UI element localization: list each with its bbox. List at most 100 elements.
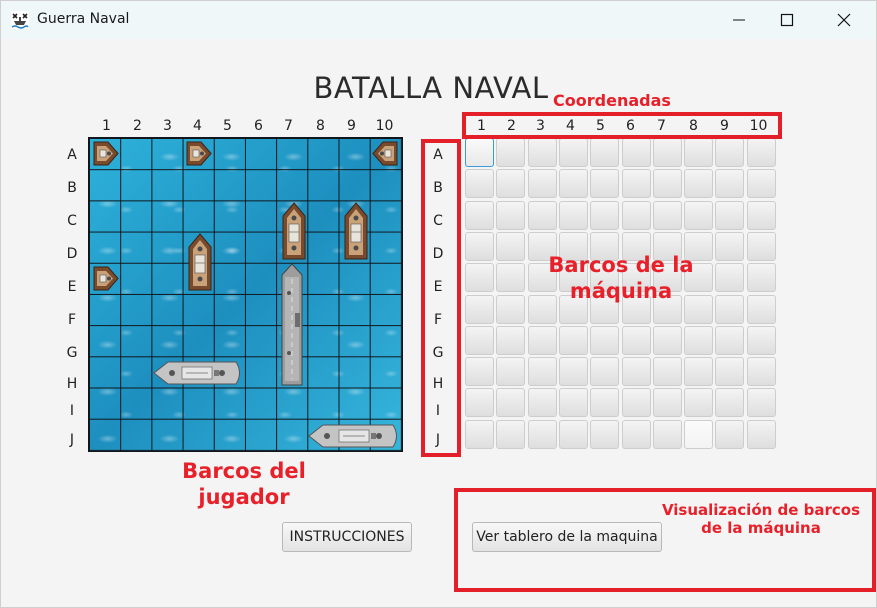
machine-cell-a7[interactable]	[652, 138, 682, 167]
machine-cell-g7[interactable]	[652, 325, 682, 355]
machine-cell-j10[interactable]	[746, 419, 776, 449]
machine-cell-a4[interactable]	[558, 138, 588, 167]
machine-cell-b5[interactable]	[590, 169, 620, 199]
machine-cell-f2[interactable]	[496, 294, 526, 324]
machine-cell-g8[interactable]	[684, 325, 714, 355]
machine-cell-b6[interactable]	[621, 169, 651, 199]
machine-cell-g5[interactable]	[590, 325, 620, 355]
machine-cell-c4[interactable]	[558, 200, 588, 230]
machine-cell-j5[interactable]	[590, 419, 620, 449]
machine-cell-a10[interactable]	[746, 138, 776, 167]
machine-cell-c3[interactable]	[527, 200, 557, 230]
machine-cell-c6[interactable]	[621, 200, 651, 230]
annotation-view-machine-ships: Visualización de barcos de la máquina	[651, 501, 871, 538]
player-ship-destroyer	[308, 424, 397, 448]
machine-cell-a2[interactable]	[496, 138, 526, 167]
title-bar: Guerra Naval	[1, 1, 876, 39]
machine-cell-e2[interactable]	[496, 263, 526, 293]
machine-cell-e9[interactable]	[715, 263, 745, 293]
machine-cell-b3[interactable]	[527, 169, 557, 199]
machine-cell-f1[interactable]	[465, 294, 494, 324]
player-row-label: I	[69, 403, 75, 419]
machine-cell-h5[interactable]	[590, 357, 620, 387]
machine-cell-g9[interactable]	[715, 325, 745, 355]
machine-cell-c8[interactable]	[684, 200, 714, 230]
machine-cell-a5[interactable]	[590, 138, 620, 167]
machine-cell-d2[interactable]	[496, 231, 526, 261]
machine-cell-i1[interactable]	[465, 388, 494, 418]
machine-cell-j3[interactable]	[527, 419, 557, 449]
machine-cell-a3[interactable]	[527, 138, 557, 167]
machine-cell-a1[interactable]	[465, 138, 494, 167]
machine-cell-i5[interactable]	[590, 388, 620, 418]
machine-cell-e10[interactable]	[746, 263, 776, 293]
machine-cell-g2[interactable]	[496, 325, 526, 355]
machine-cell-f10[interactable]	[746, 294, 776, 324]
machine-cell-b8[interactable]	[684, 169, 714, 199]
machine-cell-h10[interactable]	[746, 357, 776, 387]
machine-cell-h1[interactable]	[465, 357, 494, 387]
machine-cell-c1[interactable]	[465, 200, 494, 230]
machine-cell-h6[interactable]	[621, 357, 651, 387]
machine-cell-f9[interactable]	[715, 294, 745, 324]
player-ship-destroyer	[153, 361, 240, 385]
machine-cell-i6[interactable]	[621, 388, 651, 418]
machine-cell-j8[interactable]	[684, 419, 714, 449]
machine-cell-j1[interactable]	[465, 419, 494, 449]
machine-cell-g10[interactable]	[746, 325, 776, 355]
machine-cell-j6[interactable]	[621, 419, 651, 449]
machine-cell-i2[interactable]	[496, 388, 526, 418]
machine-cell-i3[interactable]	[527, 388, 557, 418]
instructions-button[interactable]: INSTRUCCIONES	[282, 522, 412, 552]
player-ship-boat	[93, 141, 119, 166]
machine-cell-g4[interactable]	[558, 325, 588, 355]
machine-cell-b7[interactable]	[652, 169, 682, 199]
machine-cell-c9[interactable]	[715, 200, 745, 230]
machine-cell-c2[interactable]	[496, 200, 526, 230]
machine-cell-h9[interactable]	[715, 357, 745, 387]
machine-cell-h4[interactable]	[558, 357, 588, 387]
machine-cell-a9[interactable]	[715, 138, 745, 167]
machine-cell-h3[interactable]	[527, 357, 557, 387]
machine-cell-h7[interactable]	[652, 357, 682, 387]
machine-cell-a6[interactable]	[621, 138, 651, 167]
machine-cell-d10[interactable]	[746, 231, 776, 261]
machine-cell-i4[interactable]	[558, 388, 588, 418]
machine-cell-b4[interactable]	[558, 169, 588, 199]
machine-cell-h8[interactable]	[684, 357, 714, 387]
machine-cell-g6[interactable]	[621, 325, 651, 355]
annotation-coordinates: Coordenadas	[553, 91, 671, 110]
player-row-label: C	[67, 213, 77, 229]
machine-cell-g1[interactable]	[465, 325, 494, 355]
machine-cell-j9[interactable]	[715, 419, 745, 449]
machine-cell-c5[interactable]	[590, 200, 620, 230]
maximize-button[interactable]	[764, 1, 810, 39]
machine-cell-c7[interactable]	[652, 200, 682, 230]
minimize-button[interactable]	[716, 1, 762, 39]
annotation-player-ships-line1: Barcos del	[182, 459, 306, 483]
machine-cell-j4[interactable]	[558, 419, 588, 449]
player-col-label: 2	[133, 118, 142, 134]
close-button[interactable]	[821, 1, 867, 39]
machine-cell-b10[interactable]	[746, 169, 776, 199]
machine-cell-j2[interactable]	[496, 419, 526, 449]
machine-cell-i9[interactable]	[715, 388, 745, 418]
player-col-label: 9	[347, 118, 356, 134]
machine-cell-e1[interactable]	[465, 263, 494, 293]
machine-cell-b9[interactable]	[715, 169, 745, 199]
machine-cell-i8[interactable]	[684, 388, 714, 418]
machine-cell-a8[interactable]	[684, 138, 714, 167]
machine-cell-i10[interactable]	[746, 388, 776, 418]
machine-cell-i7[interactable]	[652, 388, 682, 418]
machine-cell-d9[interactable]	[715, 231, 745, 261]
machine-cell-d1[interactable]	[465, 231, 494, 261]
view-machine-board-button[interactable]: Ver tablero de la maquina	[472, 522, 662, 552]
machine-cell-g3[interactable]	[527, 325, 557, 355]
machine-cell-b2[interactable]	[496, 169, 526, 199]
player-board	[88, 137, 403, 452]
machine-cell-c10[interactable]	[746, 200, 776, 230]
machine-cell-h2[interactable]	[496, 357, 526, 387]
machine-cell-j7[interactable]	[652, 419, 682, 449]
machine-cell-b1[interactable]	[465, 169, 494, 199]
close-icon	[837, 13, 851, 27]
